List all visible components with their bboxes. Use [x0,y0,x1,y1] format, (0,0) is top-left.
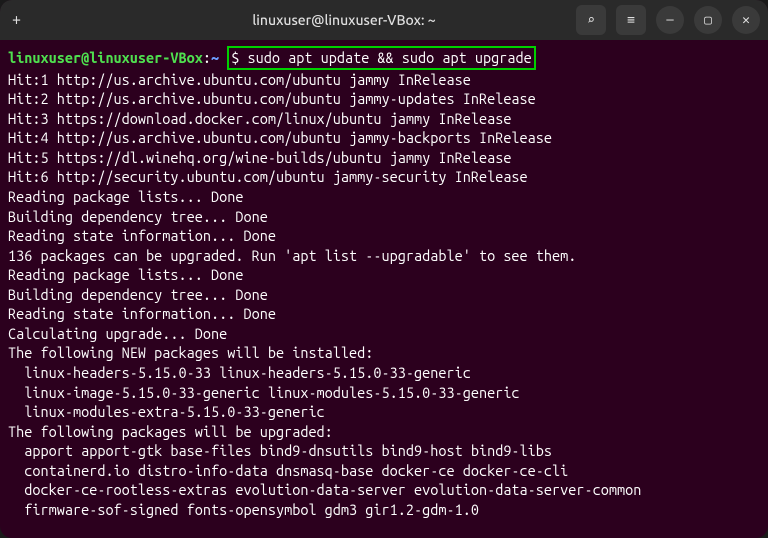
output-line: The following packages will be upgraded: [8,422,760,442]
maximize-button[interactable]: ▢ [694,6,722,34]
output-line: Reading state information... Done [8,226,760,246]
titlebar: + linuxuser@linuxuser-VBox: ~ ⌕ ≡ — ▢ ✕ [0,0,768,40]
titlebar-right: ⌕ ≡ — ▢ ✕ [560,5,760,35]
output-line: Hit:5 https://dl.winehq.org/wine-builds/… [8,148,760,168]
prompt-colon: : [203,49,211,66]
output-line: apport apport-gtk base-files bind9-dnsut… [8,441,760,461]
output-line: linux-headers-5.15.0-33 linux-headers-5.… [8,363,760,383]
output-line: Hit:6 http://security.ubuntu.com/ubuntu … [8,167,760,187]
prompt-path: ~ [211,49,219,66]
search-icon: ⌕ [587,13,595,28]
output-line: Building dependency tree... Done [8,207,760,227]
terminal-body[interactable]: linuxuser@linuxuser-VBox:~ $ sudo apt up… [0,40,768,538]
command-highlight: $ sudo apt update && sudo apt upgrade [227,46,535,70]
output-line: Building dependency tree... Done [8,285,760,305]
close-icon: ✕ [742,13,750,28]
command-text: sudo apt update && sudo apt upgrade [248,49,532,66]
prompt-line: linuxuser@linuxuser-VBox:~ $ sudo apt up… [8,46,760,70]
output-line: 136 packages can be upgraded. Run 'apt l… [8,246,760,266]
output-line: Hit:4 http://us.archive.ubuntu.com/ubunt… [8,128,760,148]
search-button[interactable]: ⌕ [576,5,606,35]
output-line: Calculating upgrade... Done [8,324,760,344]
menu-button[interactable]: ≡ [616,5,646,35]
window-title: linuxuser@linuxuser-VBox: ~ [128,12,560,28]
output-line: linux-modules-extra-5.15.0-33-generic [8,402,760,422]
prompt-user-host: linuxuser@linuxuser-VBox [8,49,203,66]
output-line: Hit:3 https://download.docker.com/linux/… [8,109,760,129]
output-line: The following NEW packages will be insta… [8,343,760,363]
titlebar-left: + [8,7,128,33]
maximize-icon: ▢ [704,13,712,28]
output-line: Reading package lists... Done [8,187,760,207]
new-tab-icon[interactable]: + [8,7,25,33]
output-line: Reading state information... Done [8,304,760,324]
output-line: Reading package lists... Done [8,265,760,285]
terminal-window: + linuxuser@linuxuser-VBox: ~ ⌕ ≡ — ▢ ✕ … [0,0,768,538]
output-line: linux-image-5.15.0-33-generic linux-modu… [8,383,760,403]
close-button[interactable]: ✕ [732,6,760,34]
minimize-icon: — [666,13,673,27]
prompt-dollar: $ [231,49,247,66]
output-line: firmware-sof-signed fonts-opensymbol gdm… [8,500,760,520]
output-line: Hit:1 http://us.archive.ubuntu.com/ubunt… [8,70,760,90]
hamburger-icon: ≡ [627,13,635,28]
minimize-button[interactable]: — [656,6,684,34]
output-line: docker-ce-rootless-extras evolution-data… [8,480,760,500]
output-line: containerd.io distro-info-data dnsmasq-b… [8,461,760,481]
output-line: Hit:2 http://us.archive.ubuntu.com/ubunt… [8,89,760,109]
